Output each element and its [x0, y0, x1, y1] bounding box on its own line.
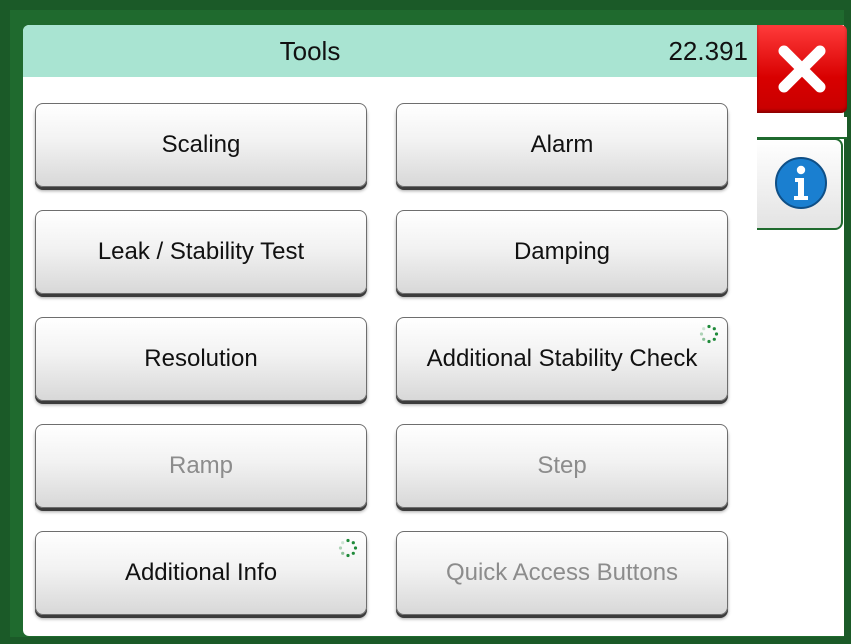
resolution-button[interactable]: Resolution — [35, 317, 367, 401]
quick-access-buttons-button: Quick Access Buttons — [396, 531, 728, 615]
ramp-button: Ramp — [35, 424, 367, 508]
info-icon — [775, 157, 827, 209]
button-label: Ramp — [168, 452, 234, 479]
tab-divider — [757, 117, 847, 139]
damping-button[interactable]: Damping — [396, 210, 728, 294]
leak-stability-test-button[interactable]: Leak / Stability Test — [35, 210, 367, 294]
close-button[interactable] — [757, 25, 847, 113]
reading-value: 22.391 — [668, 36, 748, 66]
step-button: Step — [396, 424, 728, 508]
button-label: Additional Stability Check — [426, 345, 698, 372]
close-icon — [778, 45, 826, 93]
button-label: Damping — [513, 238, 611, 265]
button-label: Leak / Stability Test — [97, 238, 305, 265]
loading-spinner-icon — [699, 324, 719, 344]
scaling-button[interactable]: Scaling — [35, 103, 367, 187]
page-title: Tools — [279, 36, 341, 66]
additional-stability-check-button[interactable]: Additional Stability Check — [396, 317, 728, 401]
info-button[interactable] — [757, 138, 843, 230]
button-label: Quick Access Buttons — [445, 559, 679, 586]
loading-spinner-icon — [338, 538, 358, 558]
button-label: Scaling — [161, 131, 241, 158]
button-label: Step — [537, 452, 587, 479]
title-bar: Tools 22.391 — [23, 25, 758, 77]
alarm-button[interactable]: Alarm — [396, 103, 728, 187]
additional-info-button[interactable]: Additional Info — [35, 531, 367, 615]
button-label: Additional Info — [124, 559, 278, 586]
button-label: Alarm — [530, 131, 594, 158]
button-label: Resolution — [144, 345, 258, 372]
